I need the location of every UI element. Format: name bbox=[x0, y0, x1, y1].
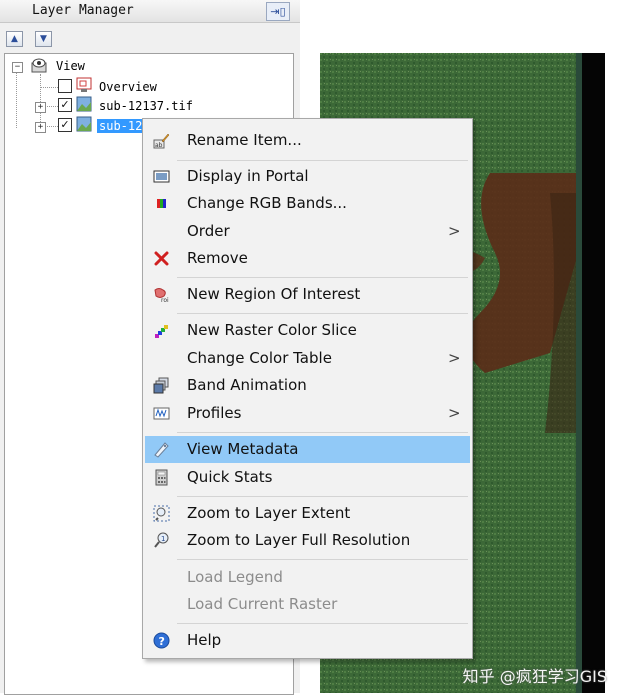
menu-label: Change RGB Bands... bbox=[187, 194, 347, 212]
menu-item-rename[interactable]: ab Rename Item... bbox=[145, 127, 470, 154]
menu-item-quick-stats[interactable]: Quick Stats bbox=[145, 464, 470, 491]
help-icon: ? bbox=[153, 632, 170, 649]
collapse-view-toggle[interactable]: − bbox=[12, 62, 23, 73]
menu-label: Band Animation bbox=[187, 376, 307, 394]
layer-1-checkbox[interactable]: ✓ bbox=[58, 98, 72, 112]
rename-icon: ab bbox=[153, 133, 170, 149]
zoom-full-icon: 1 bbox=[154, 532, 169, 548]
calculator-icon bbox=[155, 469, 168, 486]
watermark: 知乎 @疯狂学习GIS bbox=[462, 667, 607, 686]
menu-label: New Raster Color Slice bbox=[187, 321, 357, 339]
svg-text:ab: ab bbox=[155, 142, 163, 149]
tree-item-overview[interactable]: Overview bbox=[99, 80, 157, 94]
menu-label: Zoom to Layer Extent bbox=[187, 504, 351, 522]
menu-label: Profiles bbox=[187, 404, 242, 422]
metadata-icon bbox=[154, 442, 169, 458]
raster-layer-icon bbox=[76, 116, 92, 132]
submenu-arrow-icon: > bbox=[448, 404, 461, 422]
menu-item-zoom-layer-extent[interactable]: Zoom to Layer Extent bbox=[145, 500, 470, 527]
expand-down-button[interactable]: ▼ bbox=[35, 31, 52, 47]
menu-item-view-metadata[interactable]: View Metadata bbox=[145, 436, 470, 463]
menu-item-remove[interactable]: Remove bbox=[145, 245, 470, 272]
portal-icon bbox=[153, 170, 170, 183]
dock-icon[interactable]: ⇥▯ bbox=[266, 2, 290, 21]
collapse-up-button[interactable]: ▲ bbox=[6, 31, 23, 47]
menu-item-change-color-table[interactable]: Change Color Table > bbox=[145, 345, 470, 372]
rgb-bands-icon bbox=[157, 199, 166, 208]
menu-item-profiles[interactable]: Profiles > bbox=[145, 400, 470, 427]
menu-item-new-color-slice[interactable]: New Raster Color Slice bbox=[145, 317, 470, 344]
menu-item-new-roi[interactable]: roi New Region Of Interest bbox=[145, 281, 470, 308]
svg-text:roi: roi bbox=[161, 297, 169, 303]
menu-label: Display in Portal bbox=[187, 167, 309, 185]
expand-layer-1-toggle[interactable]: + bbox=[35, 102, 46, 113]
menu-label: View Metadata bbox=[187, 440, 299, 458]
menu-item-load-legend: Load Legend bbox=[145, 564, 470, 591]
menu-item-load-current-raster: Load Current Raster bbox=[145, 591, 470, 618]
raster-layer-icon bbox=[76, 96, 92, 112]
remove-icon bbox=[154, 251, 169, 266]
menu-label: Change Color Table bbox=[187, 349, 332, 367]
layer-2-checkbox[interactable]: ✓ bbox=[58, 118, 72, 132]
menu-label: New Region Of Interest bbox=[187, 285, 361, 303]
svg-text:?: ? bbox=[159, 635, 165, 648]
overview-checkbox[interactable] bbox=[58, 79, 72, 93]
tree-item-layer-1[interactable]: sub-12137.tif bbox=[99, 99, 193, 113]
view-icon bbox=[31, 58, 47, 73]
zoom-extent-icon bbox=[153, 505, 170, 522]
menu-item-band-animation[interactable]: Band Animation bbox=[145, 372, 470, 399]
menu-item-help[interactable]: ? Help bbox=[145, 627, 470, 654]
menu-label: Load Current Raster bbox=[187, 595, 338, 613]
submenu-arrow-icon: > bbox=[448, 349, 461, 367]
panel-title: Layer Manager bbox=[32, 3, 134, 18]
context-menu: ab Rename Item... Display in Portal Chan… bbox=[142, 118, 473, 659]
svg-text:1: 1 bbox=[161, 535, 165, 543]
color-slice-icon bbox=[155, 325, 168, 338]
submenu-arrow-icon: > bbox=[448, 222, 461, 240]
menu-item-change-rgb-bands[interactable]: Change RGB Bands... bbox=[145, 190, 470, 217]
expand-layer-2-toggle[interactable]: + bbox=[35, 122, 46, 133]
tree-item-layer-2-selected[interactable]: sub-12 bbox=[97, 119, 145, 133]
menu-label: Rename Item... bbox=[187, 131, 302, 149]
band-animation-icon bbox=[153, 377, 169, 394]
tree-root-view[interactable]: View bbox=[56, 59, 85, 73]
menu-label: Help bbox=[187, 631, 222, 649]
menu-label: Zoom to Layer Full Resolution bbox=[187, 531, 411, 549]
roi-icon: roi bbox=[154, 288, 169, 303]
menu-item-display-in-portal[interactable]: Display in Portal bbox=[145, 163, 470, 190]
profiles-icon bbox=[153, 407, 170, 420]
menu-label: Order bbox=[187, 222, 230, 240]
menu-item-order[interactable]: Order > bbox=[145, 218, 470, 245]
menu-label: Remove bbox=[187, 249, 248, 267]
menu-item-zoom-full-resolution[interactable]: 1 Zoom to Layer Full Resolution bbox=[145, 527, 470, 554]
overview-icon bbox=[76, 77, 92, 92]
menu-label: Load Legend bbox=[187, 568, 283, 586]
panel-titlebar: Layer Manager ⇥▯ bbox=[0, 0, 300, 23]
menu-label: Quick Stats bbox=[187, 468, 273, 486]
